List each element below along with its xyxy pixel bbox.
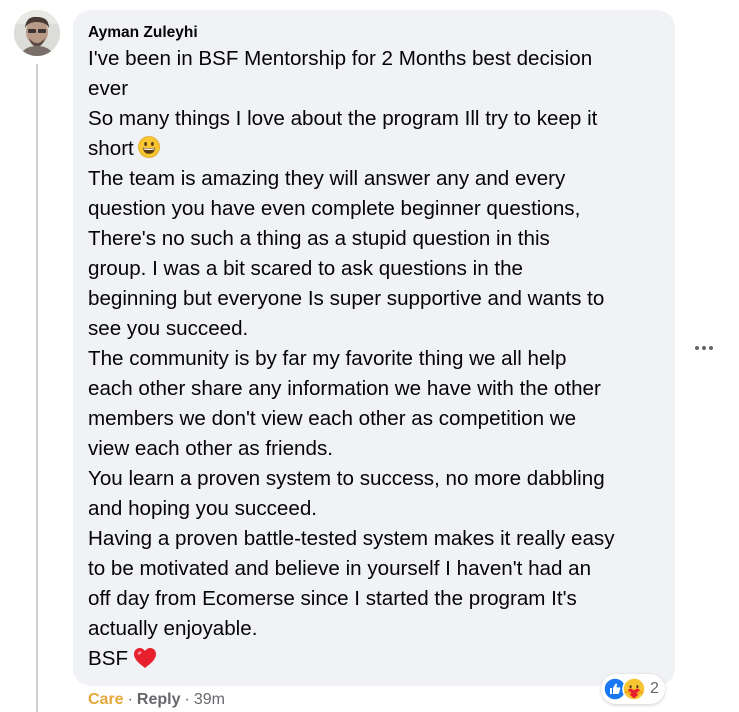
reaction-count: 2	[650, 680, 659, 697]
comment-line: actually enjoyable.	[88, 617, 258, 640]
comment-line: So many things I love about the program …	[88, 107, 598, 130]
action-separator: ·	[184, 691, 190, 708]
thread-line	[36, 64, 38, 712]
comment-line: question you have even complete beginner…	[88, 197, 581, 220]
more-dot	[702, 346, 706, 350]
comment-line: Having a proven battle-tested system mak…	[88, 527, 615, 550]
comment-line: members we don't view each other as comp…	[88, 407, 577, 430]
comment-line: off day from Ecomerse since I started th…	[88, 587, 577, 610]
red-heart-emoji	[133, 647, 157, 669]
comment-line-with-emoji: short	[88, 134, 663, 164]
comment-line: The community is by far my favorite thin…	[88, 347, 567, 370]
comment-author[interactable]: Ayman Zuleyhi	[88, 23, 663, 43]
reaction-summary[interactable]: 2	[601, 674, 665, 704]
comment-line: There's no such a thing as a stupid ques…	[88, 227, 550, 250]
comment-line: The team is amazing they will answer any…	[88, 167, 566, 190]
more-dot	[709, 346, 713, 350]
comment-line: I've been in BSF Mentorship for 2 Months…	[88, 47, 593, 70]
comment-line: beginning but everyone Is super supporti…	[88, 287, 605, 310]
grinning-face-emoji	[137, 136, 160, 158]
comment-actions: Care · Reply · 39m	[88, 690, 225, 710]
comment-line: see you succeed.	[88, 317, 249, 340]
comment-line: view each other as friends.	[88, 437, 333, 460]
comment-bubble: Ayman Zuleyhi I've been in BSF Mentorshi…	[73, 10, 675, 686]
comment-line: group. I was a bit scared to ask questio…	[88, 257, 524, 280]
action-separator: ·	[127, 691, 133, 708]
comment-line: You learn a proven system to success, no…	[88, 467, 605, 490]
comment-body: I've been in BSF Mentorship for 2 Months…	[88, 44, 663, 674]
avatar-photo	[14, 10, 60, 56]
comment-line-text: BSF	[88, 647, 129, 670]
care-reaction-button[interactable]: Care	[88, 691, 124, 708]
comment-line: ever	[88, 77, 129, 100]
avatar[interactable]	[14, 10, 60, 56]
comment-line-text: short	[88, 137, 134, 160]
comment-timestamp[interactable]: 39m	[194, 691, 225, 708]
more-dot	[695, 346, 699, 350]
comment-line: to be motivated and believe in yourself …	[88, 557, 592, 580]
comment-line: each other share any information we have…	[88, 377, 601, 400]
reply-button[interactable]: Reply	[137, 691, 181, 708]
more-options-button[interactable]	[690, 334, 718, 362]
care-icon	[622, 677, 646, 701]
comment-line: and hoping you succeed.	[88, 497, 317, 520]
comment-line-with-emoji: BSF	[88, 644, 663, 674]
